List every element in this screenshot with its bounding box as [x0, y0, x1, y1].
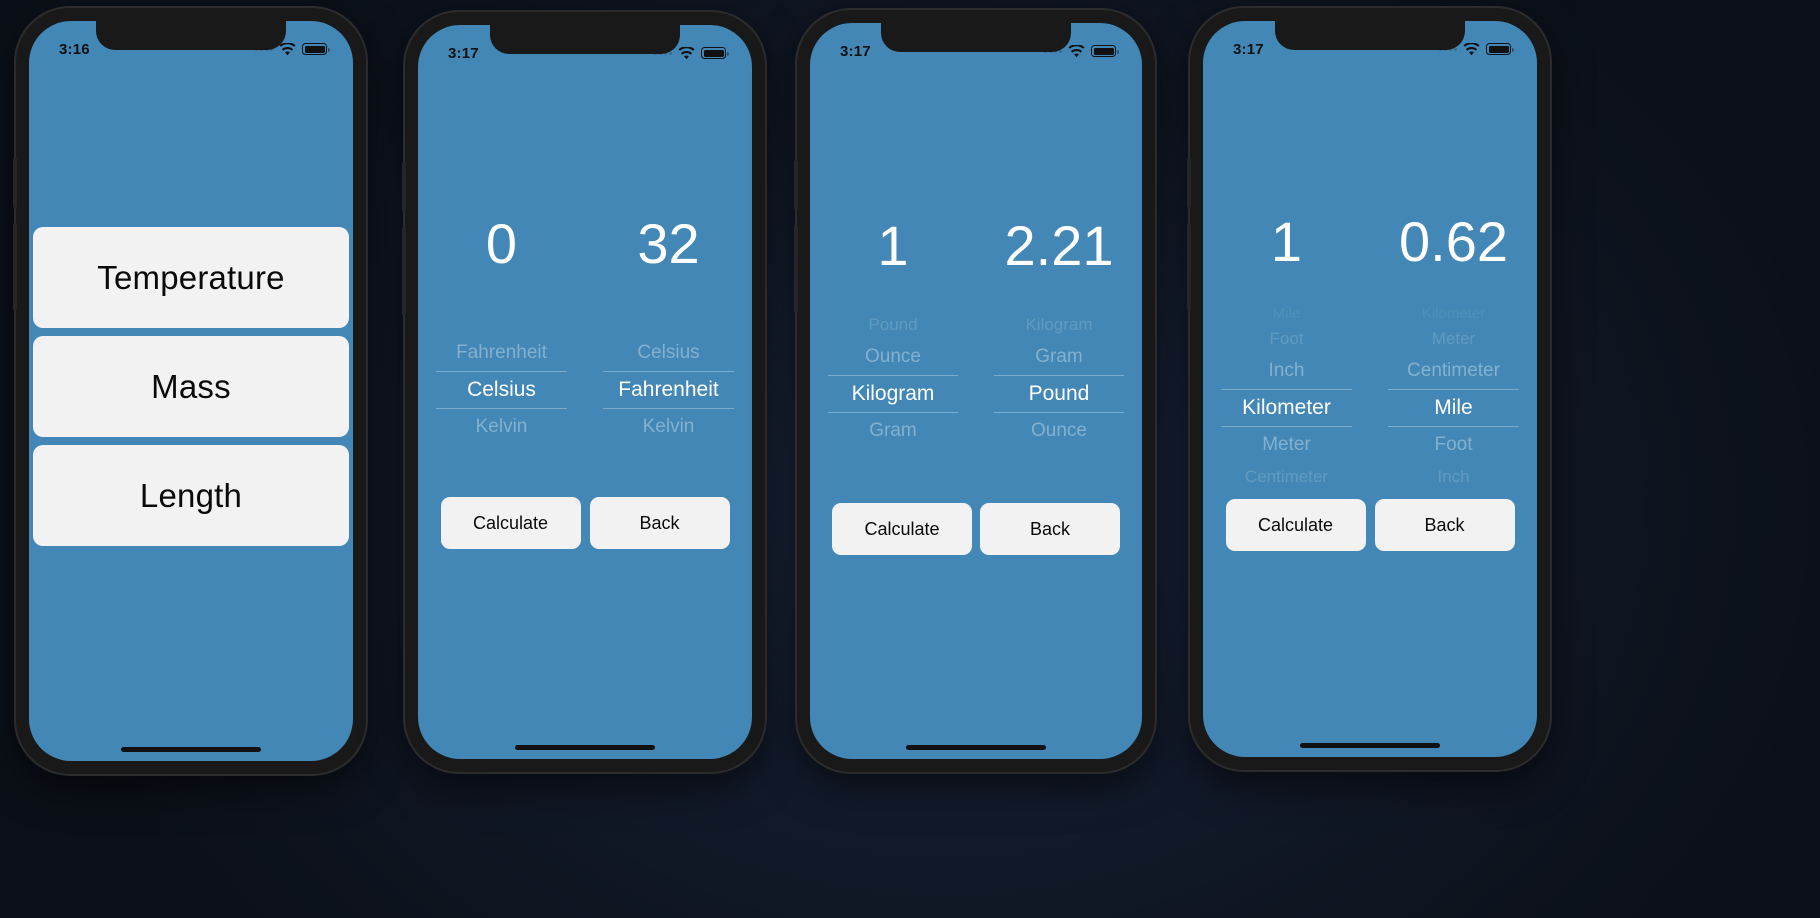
calculate-button[interactable]: Calculate [440, 497, 581, 549]
back-button[interactable]: Back [980, 503, 1120, 555]
battery-icon [1486, 43, 1514, 55]
picker-option[interactable]: Kilometer [1388, 303, 1518, 325]
picker-option[interactable]: Kelvin [436, 409, 566, 445]
picker-option[interactable]: Fahrenheit [436, 335, 566, 371]
status-time: 3:16 [59, 40, 90, 58]
battery-icon [302, 43, 330, 55]
picker-option-selected[interactable]: Celsius [436, 371, 567, 409]
converter-column-left: 1 Pound Ounce Kilogram Gram [810, 23, 976, 759]
status-time: 3:17 [448, 44, 479, 62]
status-time: 3:17 [1233, 40, 1264, 58]
picker-option-selected[interactable]: Pound [994, 375, 1124, 413]
unit-picker-from[interactable]: Fahrenheit Celsius Kelvin [418, 335, 585, 445]
picker-option[interactable]: Meter [1221, 427, 1351, 463]
phone-device-length: 3:17 1 Mile Foot Inch Kilometer Meter Ce… [1187, 8, 1550, 770]
output-value[interactable]: 32 [585, 211, 752, 276]
picker-option[interactable]: Mile [1221, 303, 1351, 325]
picker-option[interactable]: Meter [1388, 325, 1518, 353]
picker-option[interactable]: Gram [994, 339, 1123, 375]
phone-device-mass: 3:17 1 Pound Ounce Kilogram Gram 2.21 Ki… [794, 10, 1155, 772]
menu-item-label: Mass [151, 367, 231, 405]
picker-option[interactable]: Foot [1221, 325, 1351, 353]
picker-option[interactable]: Foot [1388, 427, 1518, 463]
back-button[interactable]: Back [1374, 499, 1515, 551]
home-indicator[interactable] [515, 745, 655, 750]
action-button-row: Calculate Back [1203, 499, 1537, 551]
back-button-label: Back [639, 512, 680, 533]
notch [1275, 21, 1465, 50]
menu-item-mass[interactable]: Mass [33, 336, 349, 437]
picker-option[interactable]: Inch [1221, 353, 1351, 389]
picker-option[interactable]: Ounce [994, 413, 1123, 449]
notch [96, 21, 286, 50]
status-time: 3:17 [840, 42, 871, 60]
converter-column-right: 2.21 Kilogram Gram Pound Ounce [976, 23, 1142, 759]
input-value[interactable]: 0 [418, 211, 585, 276]
battery-icon [701, 47, 729, 59]
calculate-button[interactable]: Calculate [1225, 499, 1366, 551]
action-button-row: Calculate Back [418, 497, 752, 549]
picker-option[interactable]: Celsius [603, 335, 733, 371]
converter-columns: 1 Pound Ounce Kilogram Gram 2.21 Kilogra… [810, 23, 1142, 759]
picker-option[interactable]: Centimeter [1388, 353, 1518, 389]
wifi-icon [1068, 44, 1085, 57]
menu-item-length[interactable]: Length [33, 445, 349, 546]
input-value[interactable]: 1 [810, 213, 976, 278]
back-button[interactable]: Back [589, 497, 730, 549]
picker-option[interactable]: Kilogram [994, 311, 1123, 339]
back-button-label: Back [1029, 518, 1071, 539]
phone-device-menu: 3:16 Temperature Mass Length [13, 8, 366, 774]
calculate-button-label: Calculate [472, 512, 549, 533]
phone-device-temperature: 3:17 0 Fahrenheit Celsius Kelvin 32 Cels… [402, 12, 765, 772]
home-indicator[interactable] [906, 745, 1046, 750]
menu-item-label: Temperature [97, 258, 285, 296]
calculate-button[interactable]: Calculate [832, 503, 972, 555]
back-button-label: Back [1424, 514, 1465, 535]
calculate-button-label: Calculate [864, 518, 940, 539]
unit-picker-to[interactable]: Kilogram Gram Pound Ounce [976, 311, 1142, 449]
wifi-icon [678, 46, 695, 59]
picker-option[interactable]: Kelvin [603, 409, 733, 445]
picker-option[interactable]: Inch [1388, 463, 1518, 491]
picker-option[interactable]: Gram [828, 413, 957, 449]
wifi-icon [279, 42, 296, 55]
input-value[interactable]: 1 [1203, 209, 1370, 274]
picker-option[interactable]: Ounce [828, 339, 957, 375]
output-value[interactable]: 0.62 [1370, 209, 1537, 274]
output-value[interactable]: 2.21 [976, 213, 1142, 278]
picker-option-selected[interactable]: Mile [1388, 389, 1519, 427]
converter-column-right: 0.62 Kilometer Meter Centimeter Mile Foo… [1370, 21, 1537, 757]
wifi-icon [1463, 42, 1480, 55]
phone-screen-temperature: 3:17 0 Fahrenheit Celsius Kelvin 32 Cels… [418, 25, 752, 759]
picker-option-selected[interactable]: Kilometer [1221, 389, 1352, 427]
picker-option-selected[interactable]: Kilogram [828, 375, 958, 413]
picker-option[interactable]: Pound [828, 311, 957, 339]
notch [490, 25, 680, 54]
calculate-button-label: Calculate [1257, 514, 1334, 535]
home-indicator[interactable] [1300, 743, 1440, 748]
action-button-row: Calculate Back [810, 503, 1142, 555]
picker-option-selected[interactable]: Fahrenheit [603, 371, 734, 409]
unit-picker-to[interactable]: Kilometer Meter Centimeter Mile Foot Inc… [1370, 303, 1537, 491]
home-indicator[interactable] [121, 747, 261, 752]
phone-screen-menu: 3:16 Temperature Mass Length [29, 21, 353, 761]
converter-columns: 1 Mile Foot Inch Kilometer Meter Centime… [1203, 21, 1537, 757]
unit-picker-from[interactable]: Pound Ounce Kilogram Gram [810, 311, 976, 449]
menu-item-temperature[interactable]: Temperature [33, 227, 349, 328]
menu-item-label: Length [139, 476, 243, 514]
converter-columns: 0 Fahrenheit Celsius Kelvin 32 Celsius F… [418, 25, 752, 759]
converter-column-left: 1 Mile Foot Inch Kilometer Meter Centime… [1203, 21, 1370, 757]
phone-screen-mass: 3:17 1 Pound Ounce Kilogram Gram 2.21 Ki… [810, 23, 1142, 759]
battery-icon [1091, 45, 1119, 57]
screenshot-stage: 3:16 Temperature Mass Length 3:17 0 Fahr… [0, 0, 1820, 918]
menu-button-list: Temperature Mass Length [29, 227, 353, 546]
converter-column-right: 32 Celsius Fahrenheit Kelvin [585, 25, 752, 759]
converter-column-left: 0 Fahrenheit Celsius Kelvin [418, 25, 585, 759]
unit-picker-to[interactable]: Celsius Fahrenheit Kelvin [585, 335, 752, 445]
phone-screen-length: 3:17 1 Mile Foot Inch Kilometer Meter Ce… [1203, 21, 1537, 757]
notch [881, 23, 1071, 52]
picker-option[interactable]: Centimeter [1221, 463, 1351, 491]
unit-picker-from[interactable]: Mile Foot Inch Kilometer Meter Centimete… [1203, 303, 1370, 491]
